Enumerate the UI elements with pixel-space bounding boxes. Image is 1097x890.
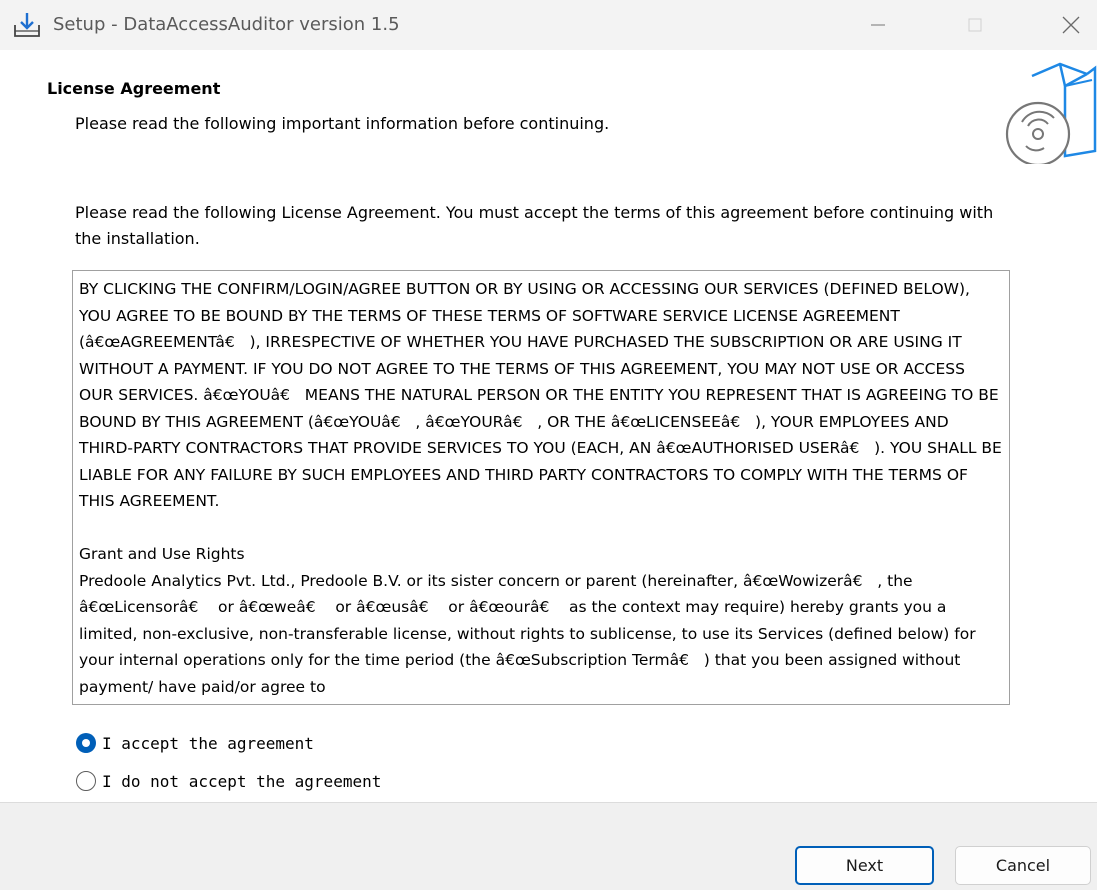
license-intro-text: Please read the following License Agreem… [75, 203, 994, 248]
wizard-content: Please read the following License Agreem… [0, 172, 1097, 802]
box-with-disc-icon [1005, 62, 1097, 164]
installer-download-icon [14, 13, 40, 37]
minimize-icon [871, 24, 885, 26]
window-title: Setup - DataAccessAuditor version 1.5 [53, 14, 400, 35]
cancel-button[interactable]: Cancel [955, 846, 1091, 885]
page-subtitle: Please read the following important info… [75, 114, 610, 133]
maximize-button[interactable] [952, 0, 998, 50]
radio-selected-icon [76, 733, 96, 753]
decline-agreement-label: I do not accept the agreement [102, 771, 382, 791]
title-bar: Setup - DataAccessAuditor version 1.5 [0, 0, 1097, 50]
accept-agreement-label: I accept the agreement [102, 733, 314, 753]
wizard-header: License Agreement Please read the follow… [0, 50, 1097, 172]
license-text-box[interactable]: BY CLICKING THE CONFIRM/LOGIN/AGREE BUTT… [72, 270, 1010, 705]
next-button[interactable]: Next [795, 846, 934, 885]
accept-agreement-radio[interactable]: I accept the agreement [76, 730, 314, 756]
radio-unselected-icon [76, 771, 96, 791]
minimize-button[interactable] [855, 0, 901, 50]
decline-agreement-radio[interactable]: I do not accept the agreement [76, 768, 381, 794]
license-text: BY CLICKING THE CONFIRM/LOGIN/AGREE BUTT… [79, 280, 1002, 696]
maximize-icon [968, 18, 982, 32]
page-title: License Agreement [47, 79, 221, 98]
close-icon [1062, 16, 1080, 34]
close-button[interactable] [1048, 0, 1094, 50]
wizard-footer: Next Cancel [0, 802, 1097, 890]
